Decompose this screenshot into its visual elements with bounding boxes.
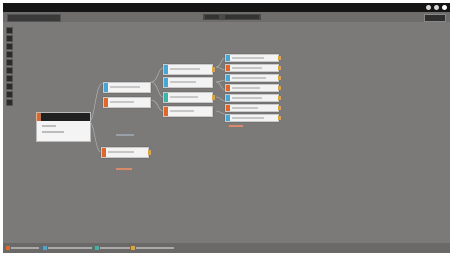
topic-node[interactable]	[163, 92, 215, 103]
legend-swatch	[6, 246, 10, 250]
app-window	[3, 3, 450, 253]
topic-node[interactable]	[225, 94, 281, 102]
connector-handle[interactable]	[278, 66, 281, 70]
topic-label	[232, 67, 262, 69]
topic-node[interactable]	[163, 106, 213, 117]
root-line-1	[42, 125, 56, 127]
topic-tag	[164, 65, 168, 74]
legend-item	[6, 246, 39, 250]
topic-tag	[226, 115, 230, 121]
root-line-2	[42, 131, 64, 133]
topic-tag	[164, 78, 168, 87]
topic-label	[232, 87, 260, 89]
topic-node[interactable]	[163, 77, 213, 88]
topic-tag	[104, 83, 108, 92]
legend-swatch	[95, 246, 99, 250]
topic-node[interactable]	[103, 97, 151, 108]
legend-label	[48, 247, 92, 249]
legend-swatch	[43, 246, 47, 250]
topic-label	[170, 110, 194, 112]
avatar[interactable]	[442, 5, 447, 11]
topic-tag	[226, 105, 230, 111]
legend-item	[95, 246, 130, 250]
connector-handle[interactable]	[278, 56, 281, 60]
connector-handle[interactable]	[278, 86, 281, 90]
topic-tag	[164, 107, 168, 116]
legend-swatch	[131, 246, 135, 250]
connector-handle[interactable]	[278, 76, 281, 80]
topic-tag	[226, 75, 230, 81]
legend-label	[11, 247, 39, 249]
user-tools	[424, 3, 447, 12]
connector-handle[interactable]	[278, 96, 281, 100]
legend-item	[43, 246, 92, 250]
topic-node[interactable]	[225, 54, 281, 62]
connector-handle[interactable]	[212, 67, 215, 72]
menu-bar	[3, 3, 450, 12]
connector-handle[interactable]	[212, 95, 215, 100]
topic-tag	[226, 65, 230, 71]
topic-tag	[226, 85, 230, 91]
topic-label	[110, 101, 134, 103]
topic-label	[232, 77, 266, 79]
topic-label	[232, 117, 264, 119]
topic-node[interactable]	[225, 64, 281, 72]
topic-node[interactable]	[225, 84, 281, 92]
map-select[interactable]	[7, 14, 61, 22]
toolbar	[3, 12, 450, 22]
topic-node[interactable]	[225, 74, 281, 82]
topic-label	[108, 151, 134, 153]
legend-item	[131, 246, 174, 250]
topic-tag	[164, 93, 168, 102]
connector-handle[interactable]	[278, 116, 281, 120]
legend-label	[100, 247, 130, 249]
topic-label	[110, 86, 140, 88]
topic-node[interactable]	[225, 104, 281, 112]
topic-tag	[104, 98, 108, 107]
placeholder-topic[interactable]	[116, 134, 134, 136]
topic-label	[170, 96, 198, 98]
mind-map-canvas[interactable]	[3, 22, 450, 243]
topic-tag	[102, 148, 106, 157]
topic-node[interactable]	[101, 147, 151, 158]
topic-tag	[226, 95, 230, 101]
placeholder-topic[interactable]	[229, 125, 243, 127]
view-button-right[interactable]	[225, 15, 259, 19]
topic-label	[232, 107, 258, 109]
toolbar-right-button[interactable]	[424, 14, 446, 22]
notification-icon[interactable]	[425, 5, 431, 11]
topic-node[interactable]	[103, 82, 151, 93]
connector-handle[interactable]	[278, 106, 281, 110]
legend-label	[136, 247, 174, 249]
settings-icon[interactable]	[433, 5, 439, 11]
root-topic-node[interactable]	[36, 112, 91, 142]
connector-handle[interactable]	[148, 150, 151, 155]
root-tag	[37, 113, 41, 121]
topic-label	[232, 97, 262, 99]
topic-label	[170, 81, 196, 83]
topic-label	[232, 57, 264, 59]
topic-node[interactable]	[225, 114, 281, 122]
view-switch	[203, 14, 261, 20]
view-button-left[interactable]	[205, 15, 219, 19]
topic-node[interactable]	[163, 64, 215, 75]
topic-tag	[226, 55, 230, 61]
status-legend	[3, 243, 450, 253]
topic-label	[170, 68, 200, 70]
placeholder-topic[interactable]	[116, 168, 132, 170]
root-topic-header	[37, 113, 90, 121]
